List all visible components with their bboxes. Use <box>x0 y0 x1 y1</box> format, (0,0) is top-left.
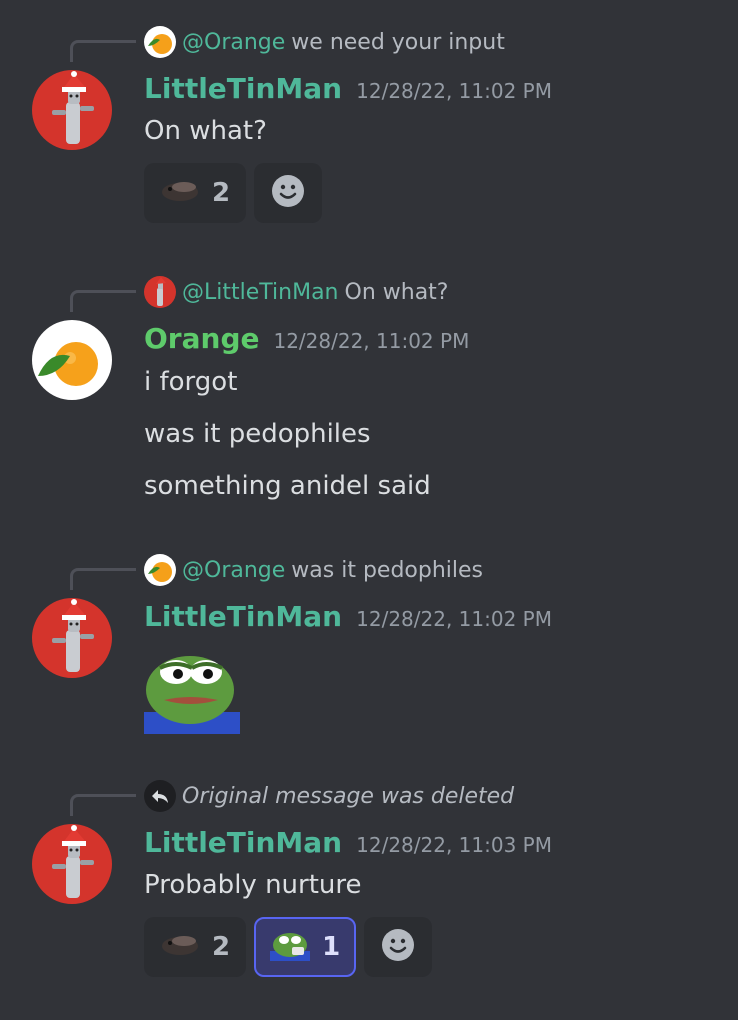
reply-spine <box>70 794 136 816</box>
reply-deleted-text: Original message was deleted <box>182 783 515 809</box>
reply-spine <box>70 568 136 590</box>
username[interactable]: LittleTinMan <box>144 72 342 105</box>
message-text: something anidel said <box>144 471 431 501</box>
reply-text: we need your input <box>291 29 505 55</box>
add-reaction-button[interactable] <box>364 917 433 977</box>
username[interactable]: LittleTinMan <box>144 826 342 859</box>
reactions-bar: 2 <box>144 163 323 223</box>
smiley-add-reaction-icon <box>381 928 415 966</box>
reaction-button-active[interactable]: 1 <box>254 917 357 977</box>
reply-mention[interactable]: @Orange <box>182 558 285 583</box>
message-text: i forgot <box>144 367 238 397</box>
reply-text: was it pedophiles <box>291 557 484 583</box>
message-text: was it pedophiles <box>144 419 371 449</box>
tin-man-santa-avatar[interactable] <box>32 598 112 678</box>
message-text: On what? <box>144 116 267 146</box>
reply-preview[interactable]: @LittleTinMan On what? <box>144 276 449 308</box>
reply-preview[interactable]: Original message was deleted <box>144 780 515 812</box>
orange-fruit-icon <box>144 554 176 586</box>
message-header: LittleTinMan 12/28/22, 11:03 PM <box>144 826 552 859</box>
timestamp[interactable]: 12/28/22, 11:03 PM <box>356 833 552 857</box>
reply-mention[interactable]: @LittleTinMan <box>182 280 339 305</box>
chat-log: @Orange we need your input LittleTinMan … <box>0 0 738 1020</box>
reply-mention[interactable]: @Orange <box>182 30 285 55</box>
reply-preview[interactable]: @Orange we need your input <box>144 26 505 58</box>
reply-spine <box>70 40 136 62</box>
message-header: LittleTinMan 12/28/22, 11:02 PM <box>144 600 552 633</box>
username[interactable]: LittleTinMan <box>144 600 342 633</box>
message-header: Orange 12/28/22, 11:02 PM <box>144 322 469 355</box>
reply-spine <box>70 290 136 312</box>
reactions-bar: 2 1 <box>144 917 433 977</box>
fish-emoji-icon <box>160 931 200 963</box>
pepe-frog-sticker[interactable] <box>144 638 240 734</box>
pepe-emoji-icon <box>270 929 311 965</box>
add-reaction-button[interactable] <box>254 163 323 223</box>
tin-man-santa-avatar <box>144 276 176 308</box>
tin-man-santa-avatar[interactable] <box>32 70 112 150</box>
reaction-button[interactable]: 2 <box>144 917 247 977</box>
reply-text: On what? <box>344 279 449 305</box>
timestamp[interactable]: 12/28/22, 11:02 PM <box>356 607 552 631</box>
orange-fruit-avatar[interactable] <box>32 320 112 400</box>
reaction-count: 1 <box>322 932 341 962</box>
reaction-button[interactable]: 2 <box>144 163 247 223</box>
timestamp[interactable]: 12/28/22, 11:02 PM <box>356 79 552 103</box>
smiley-add-reaction-icon <box>271 174 305 212</box>
orange-fruit-icon <box>144 26 176 58</box>
reply-arrow-icon <box>144 780 176 812</box>
timestamp[interactable]: 12/28/22, 11:02 PM <box>273 329 469 353</box>
tin-man-santa-avatar[interactable] <box>32 824 112 904</box>
reaction-count: 2 <box>212 932 231 962</box>
username[interactable]: Orange <box>144 322 259 355</box>
message-header: LittleTinMan 12/28/22, 11:02 PM <box>144 72 552 105</box>
reply-preview[interactable]: @Orange was it pedophiles <box>144 554 484 586</box>
message-text: Probably nurture <box>144 870 362 900</box>
reaction-count: 2 <box>212 178 231 208</box>
fish-emoji-icon <box>160 177 200 209</box>
